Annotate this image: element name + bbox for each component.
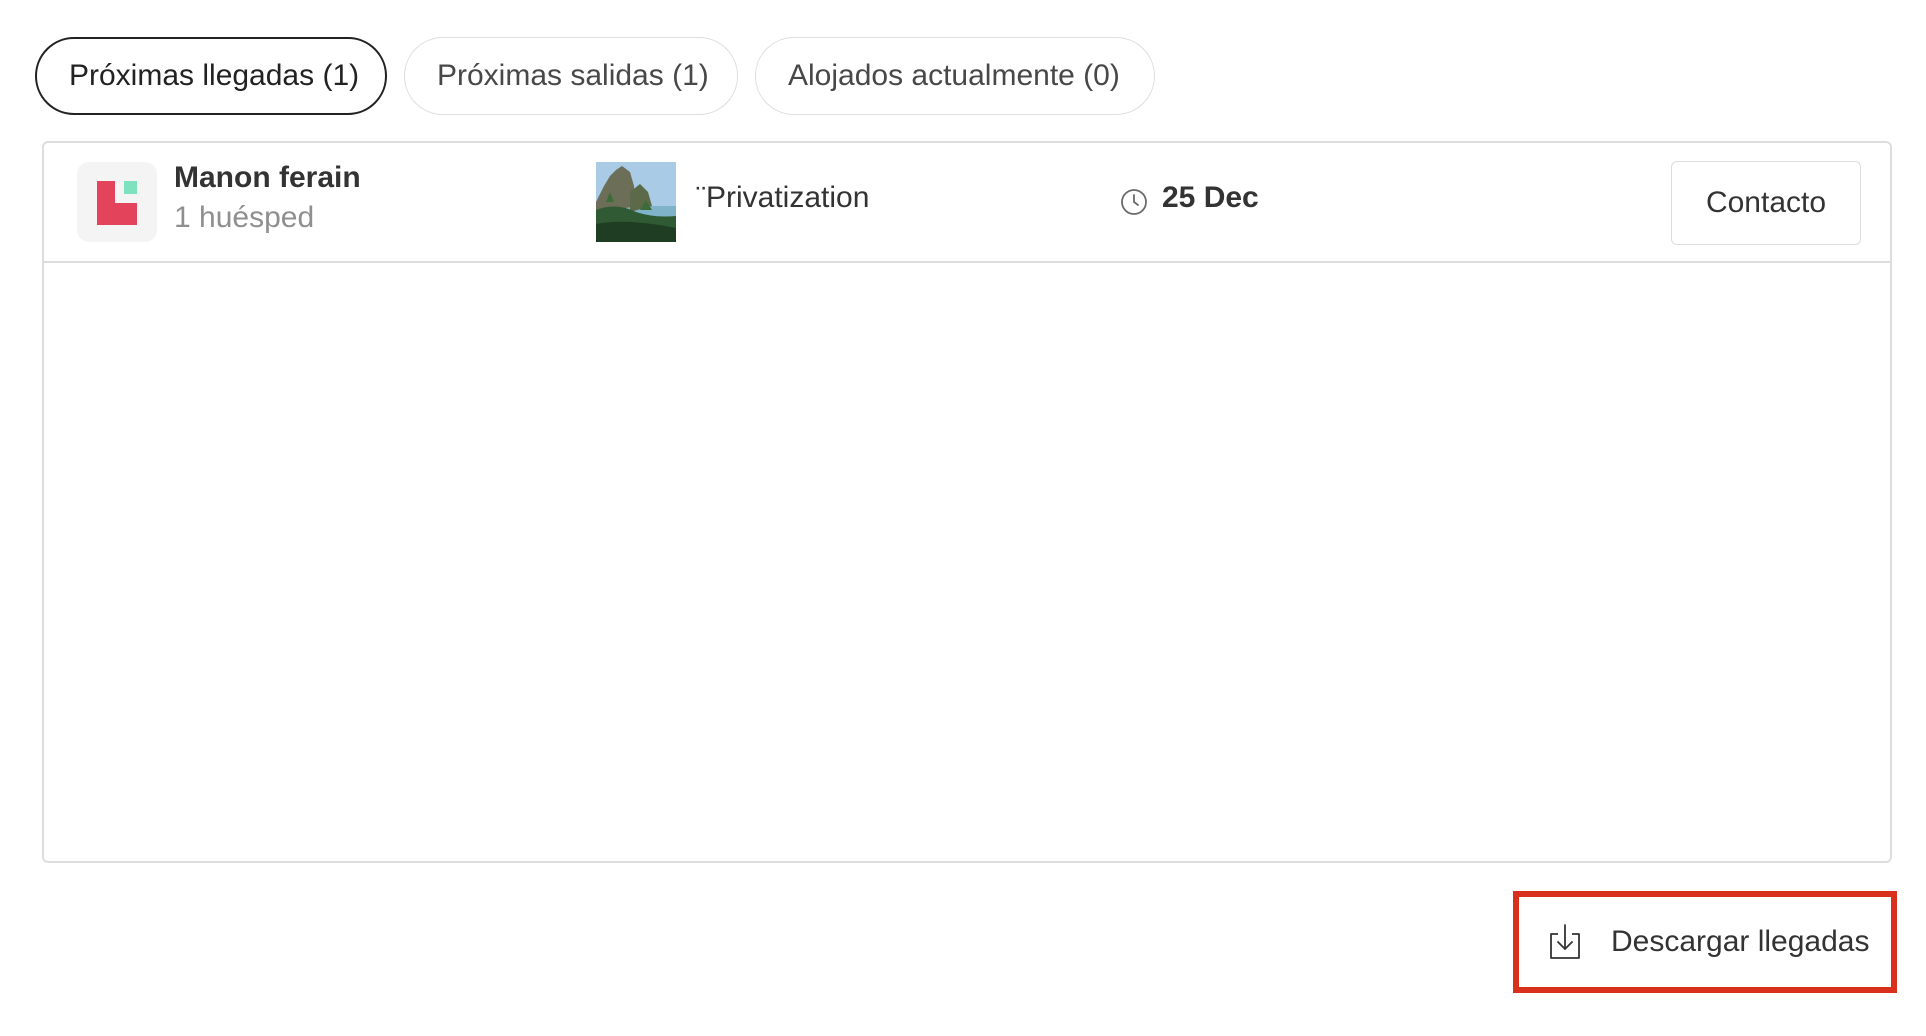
- tab-label: Alojados actualmente (0): [788, 59, 1120, 92]
- tab-upcoming-arrivals[interactable]: Próximas llegadas (1): [35, 37, 387, 115]
- guest-count: 1 huésped: [174, 201, 315, 234]
- page: Próximas llegadas (1) Próximas salidas (…: [0, 0, 1926, 1036]
- listing-photo[interactable]: [596, 162, 676, 242]
- tab-label: Próximas llegadas (1): [69, 59, 360, 92]
- clock-icon: [1121, 189, 1147, 215]
- tab-label: Próximas salidas (1): [437, 59, 709, 92]
- download-icon: [1550, 924, 1580, 959]
- arrival-date: 25 Dec: [1162, 181, 1259, 214]
- arrivals-panel: Manon ferain 1 huésped ¨Privatization 25…: [42, 141, 1892, 863]
- tab-bar: Próximas llegadas (1) Próximas salidas (…: [35, 37, 1155, 115]
- brand-logo-icon: [77, 162, 157, 242]
- download-arrivals-button[interactable]: Descargar llegadas: [1513, 891, 1897, 993]
- contact-button-label: Contacto: [1705, 186, 1827, 219]
- tab-currently-hosting[interactable]: Alojados actualmente (0): [755, 37, 1155, 115]
- download-arrivals-label: Descargar llegadas: [1611, 925, 1870, 958]
- tab-upcoming-departures[interactable]: Próximas salidas (1): [404, 37, 738, 115]
- contact-button[interactable]: Contacto: [1671, 161, 1861, 245]
- guest-name[interactable]: Manon ferain: [174, 161, 361, 195]
- listing-name[interactable]: ¨Privatization: [696, 181, 869, 215]
- arrival-row[interactable]: Manon ferain 1 huésped ¨Privatization 25…: [44, 143, 1890, 263]
